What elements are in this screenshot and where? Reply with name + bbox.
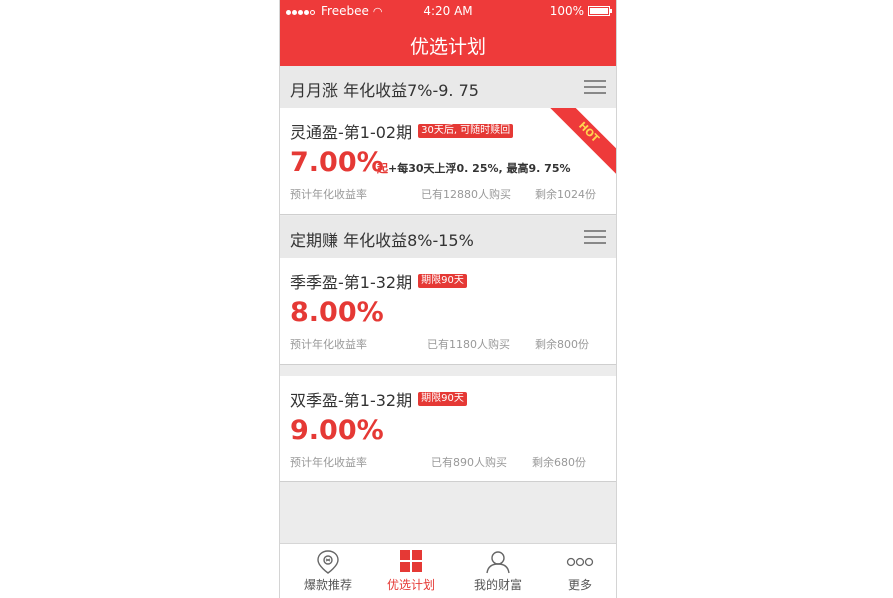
buyers-count: 已有890人购买 <box>431 456 507 469</box>
section-title: 定期赚 年化收益8%-15% <box>290 231 474 250</box>
section-title: 月月涨 年化收益7%-9. 75 <box>290 81 479 100</box>
remaining-count: 剩余800份 <box>535 338 589 351</box>
product-name-row: 双季盈-第1-32期 期限90天 <box>290 387 467 411</box>
user-icon <box>486 551 510 574</box>
tab-label: 优选计划 <box>386 578 435 592</box>
product-card-jijiying[interactable]: 季季盈-第1-32期 期限90天 8.00% 预计年化收益率 已有1180人购买… <box>280 258 616 365</box>
section-header-fixed[interactable]: 定期赚 年化收益8%-15% <box>280 216 616 258</box>
product-name-row: 灵通盈-第1-02期 30天后, 可随时赎回 <box>290 119 514 143</box>
tab-more[interactable]: 更多 <box>538 544 616 598</box>
tab-my-wealth[interactable]: 我的财富 <box>456 544 540 598</box>
battery-icon <box>588 6 612 16</box>
buyers-count: 已有12880人购买 <box>421 188 511 201</box>
rate-extra-start: 起 <box>377 162 388 175</box>
product-name: 双季盈-第1-32期 <box>290 391 413 410</box>
grid-icon <box>400 550 422 572</box>
tab-hot-picks[interactable]: 爆款推荐 <box>286 544 370 598</box>
product-name: 季季盈-第1-32期 <box>290 273 413 292</box>
tab-label: 更多 <box>567 578 592 592</box>
product-card-lingtongying[interactable]: HOT 灵通盈-第1-02期 30天后, 可随时赎回 7.00% 起+每30天上… <box>280 108 616 215</box>
product-card-shuangjiying[interactable]: 双季盈-第1-32期 期限90天 9.00% 预计年化收益率 已有890人购买 … <box>280 376 616 482</box>
product-name: 灵通盈-第1-02期 <box>290 123 413 142</box>
product-tag: 30天后, 可随时赎回 <box>418 124 514 138</box>
product-rate: 8.00% <box>290 297 384 328</box>
product-tag: 期限90天 <box>418 392 467 406</box>
product-tag: 期限90天 <box>418 274 467 288</box>
product-rate: 7.00% <box>290 147 384 178</box>
rate-label: 预计年化收益率 <box>290 188 367 201</box>
rate-extra: 起+每30天上浮0. 25%, 最高9. 75% <box>377 160 571 176</box>
rate-extra-text: +每30天上浮0. 25%, 最高9. 75% <box>388 162 571 175</box>
header: Freebee ◠ 4:20 AM 100% 优选计划 <box>280 0 616 66</box>
battery-status: 100% <box>549 4 612 18</box>
page-title: 优选计划 <box>409 36 486 58</box>
battery-percent: 100% <box>549 4 584 18</box>
tab-label: 我的财富 <box>473 578 522 592</box>
hot-pick-icon <box>317 550 339 574</box>
buyers-count: 已有1180人购买 <box>427 338 510 351</box>
tab-bar: 爆款推荐 优选计划 我的财富 更多 <box>280 543 616 598</box>
status-bar: Freebee ◠ 4:20 AM 100% <box>280 0 616 22</box>
phone-screen: Freebee ◠ 4:20 AM 100% 优选计划 月月涨 年化收益7%-9… <box>279 0 617 598</box>
rate-label: 预计年化收益率 <box>290 338 367 351</box>
rate-label: 预计年化收益率 <box>290 456 367 469</box>
remaining-count: 剩余680份 <box>532 456 586 469</box>
product-rate: 9.00% <box>290 415 384 446</box>
product-name-row: 季季盈-第1-32期 期限90天 <box>290 269 467 293</box>
more-dots-icon <box>566 557 594 567</box>
remaining-count: 剩余1024份 <box>535 188 596 201</box>
tab-label: 爆款推荐 <box>303 578 352 592</box>
section-header-monthly[interactable]: 月月涨 年化收益7%-9. 75 <box>280 66 616 108</box>
tab-preferred-plan[interactable]: 优选计划 <box>369 544 453 598</box>
menu-icon[interactable] <box>584 80 606 94</box>
menu-icon[interactable] <box>584 230 606 244</box>
